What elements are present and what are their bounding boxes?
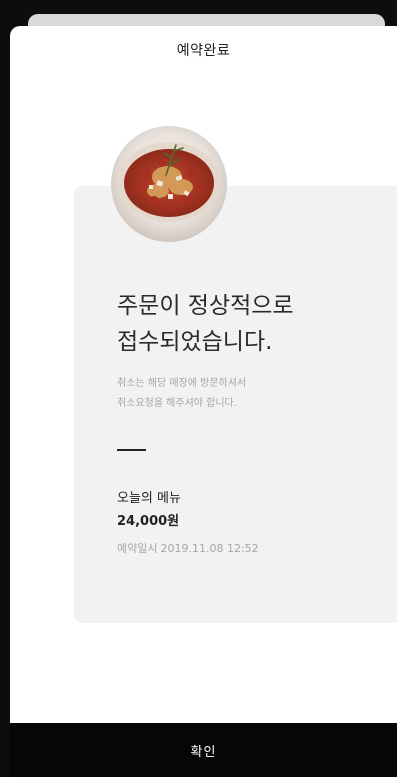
pasta-dish-image [111, 126, 227, 242]
reservation-datetime: 예약일시 2019.11.08 12:52 [117, 540, 262, 556]
completion-headline: 주문이 정상적으로 접수되었습니다. [117, 288, 377, 360]
section-divider [117, 449, 146, 451]
notice-line-2: 취소요청을 해주셔야 합니다. [117, 398, 237, 409]
notice-line-1: 취소는 해당 매장에 방문하셔서 [117, 378, 247, 389]
cancellation-notice: 취소는 해당 매장에 방문하셔서 취소요청을 해주셔야 합니다. [117, 374, 357, 414]
page-title: 예약완료 [176, 43, 231, 59]
menu-price: 24,000원 [117, 514, 180, 529]
reservation-complete-sheet: 예약완료 주문이 정상적으로 접수되었습니다. 취소는 해당 매장에 방문하셔서… [10, 26, 397, 777]
headline-line-1: 주문이 정상적으로 [117, 293, 294, 319]
confirm-button[interactable]: 확인 [10, 723, 397, 777]
reservation-date-label: 예약일시 [117, 542, 158, 555]
headline-line-2: 접수되었습니다. [117, 329, 273, 355]
menu-name: 오늘의 메뉴 [117, 491, 181, 506]
reservation-date-value: 2019.11.08 12:52 [160, 542, 259, 555]
